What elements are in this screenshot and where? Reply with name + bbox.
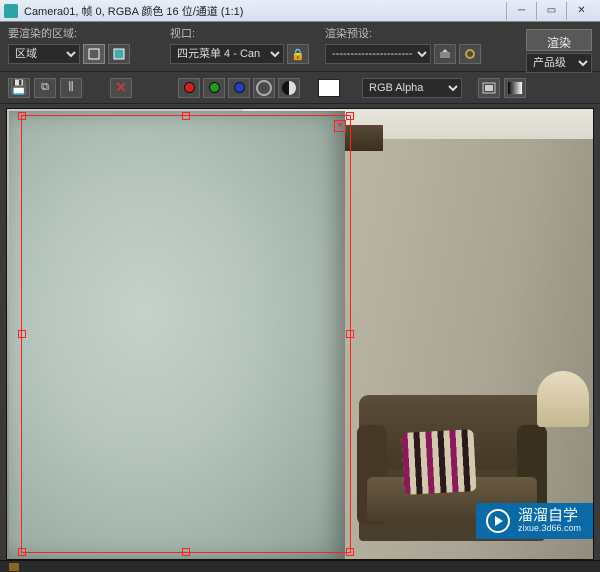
render-setup-icon[interactable] [459,44,481,64]
region-auto-icon[interactable] [108,44,130,64]
render-button[interactable]: 渲染 [526,29,592,51]
toggle-overlay-icon[interactable] [478,78,500,98]
handle-top-right[interactable] [346,112,354,120]
viewport-label: 视口: [170,26,309,42]
render-region-marquee[interactable]: × [21,115,351,553]
render-viewport: × 溜溜自学 zixue.3d66.com [6,108,594,560]
preset-label: 渲染预设: [325,26,481,42]
window-controls: ─ ▭ ✕ [506,2,596,20]
clear-icon[interactable]: ✕ [110,78,132,98]
file-ops: 💾 ⧉ ⫼ ✕ [8,78,132,98]
product-select[interactable]: 产品级 [526,53,592,73]
handle-top-left[interactable] [18,112,26,120]
handle-mid-top[interactable] [182,112,190,120]
color-swatch[interactable] [318,79,340,97]
save-icon[interactable]: 💾 [8,78,30,98]
mono-channel-icon[interactable] [278,78,300,98]
region-close-icon[interactable]: × [334,120,346,132]
toolbar-secondary: 💾 ⧉ ⫼ ✕ RGB Alpha [0,72,600,104]
viewport-group: 视口: 四元菜单 4 - Can 🔒 [170,26,309,67]
timeline-marker[interactable] [9,563,19,571]
alpha-channel-icon[interactable] [253,78,275,98]
handle-mid-bottom[interactable] [182,548,190,556]
region-group: 要渲染的区域: 区域 [8,26,130,67]
watermark-sub: zixue.3d66.com [518,524,581,534]
toolbar-primary: 要渲染的区域: 区域 视口: 四元菜单 4 - Can 🔒 渲染预设: ----… [0,22,600,72]
channel-buttons [178,78,300,98]
red-channel-icon[interactable] [178,78,200,98]
minimize-button[interactable]: ─ [506,2,536,20]
alpha-select[interactable]: RGB Alpha [362,78,462,98]
timeline[interactable] [0,560,600,572]
watermark-brand: 溜溜自学 [518,508,581,525]
preset-group: 渲染预设: ----------------------- [325,26,481,67]
green-channel-icon[interactable] [203,78,225,98]
clone-icon[interactable]: ⧉ [34,78,56,98]
handle-bottom-right[interactable] [346,548,354,556]
viewport-select[interactable]: 四元菜单 4 - Can [170,44,284,64]
handle-mid-left[interactable] [18,330,26,338]
display-ops [478,78,526,98]
region-select[interactable]: 区域 [8,44,80,64]
region-label: 要渲染的区域: [8,26,130,42]
render-group: 渲染 产品级 [526,26,592,67]
play-icon [486,509,510,533]
maximize-button[interactable]: ▭ [536,2,566,20]
handle-bottom-left[interactable] [18,548,26,556]
titlebar: Camera01, 帧 0, RGBA 颜色 16 位/通道 (1:1) ─ ▭… [0,0,600,22]
lock-icon[interactable]: 🔒 [287,44,309,64]
blue-channel-icon[interactable] [228,78,250,98]
close-button[interactable]: ✕ [566,2,596,20]
handle-mid-right[interactable] [346,330,354,338]
preset-load-icon[interactable] [434,44,456,64]
toggle-ui-icon[interactable] [504,78,526,98]
window-title: Camera01, 帧 0, RGBA 颜色 16 位/通道 (1:1) [24,3,506,19]
app-icon [4,4,18,18]
compare-icon[interactable]: ⫼ [60,78,82,98]
region-edit-icon[interactable] [83,44,105,64]
preset-select[interactable]: ----------------------- [325,44,431,64]
watermark: 溜溜自学 zixue.3d66.com [476,503,593,539]
